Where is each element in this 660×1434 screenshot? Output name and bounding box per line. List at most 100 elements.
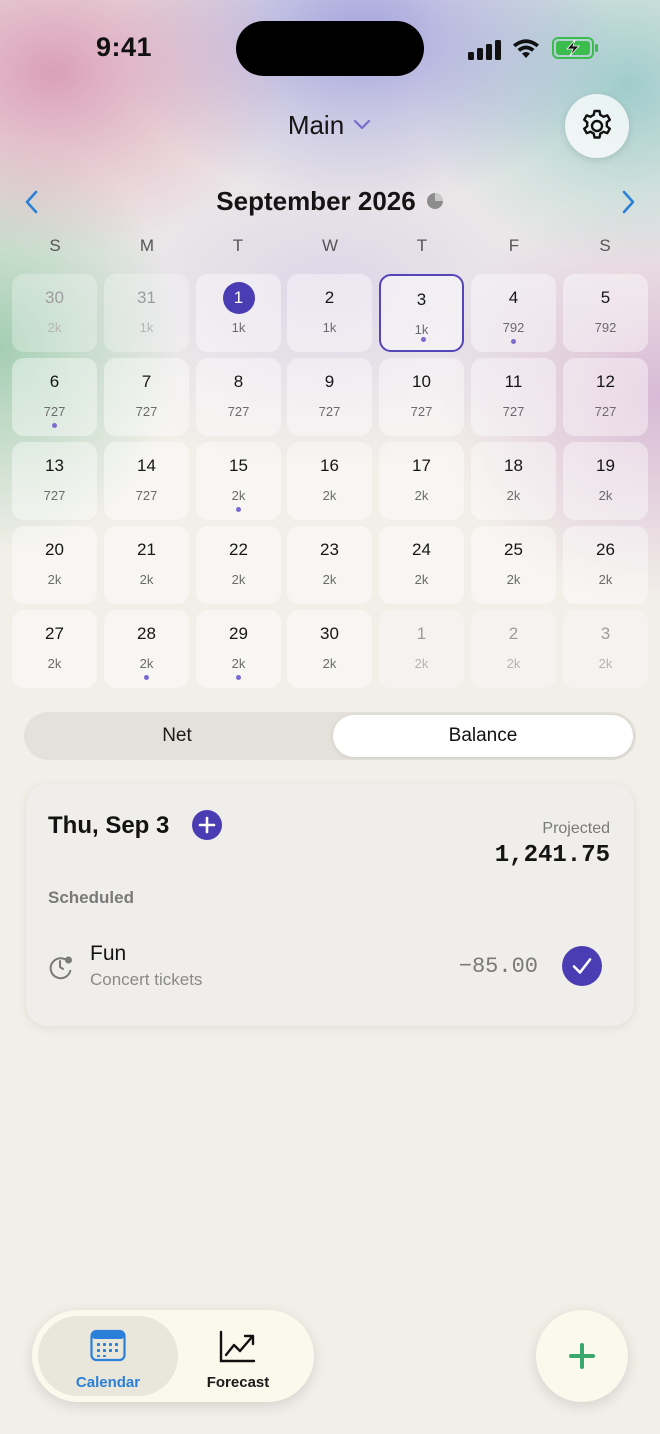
add-transaction-button[interactable] bbox=[192, 810, 222, 840]
day-number: 1 bbox=[416, 624, 427, 643]
tab-calendar[interactable]: Calendar bbox=[38, 1316, 178, 1396]
day-balance: 2k bbox=[506, 488, 521, 503]
calendar-day-cell[interactable]: 1 2k bbox=[379, 610, 464, 688]
day-number: 15 bbox=[229, 456, 248, 475]
calendar-day-cell[interactable]: 21 2k bbox=[104, 526, 189, 604]
day-number: 8 bbox=[233, 372, 244, 391]
pie-chart-icon[interactable] bbox=[426, 192, 444, 210]
calendar-day-cell[interactable]: 9 727 bbox=[287, 358, 372, 436]
calendar-day-cell[interactable]: 29 2k bbox=[196, 610, 281, 688]
wifi-icon bbox=[513, 39, 539, 58]
cellular-signal-icon bbox=[468, 38, 502, 60]
calendar-day-cell[interactable]: 15 2k bbox=[196, 442, 281, 520]
day-number: 5 bbox=[600, 288, 611, 307]
day-balance: 2k bbox=[414, 572, 429, 587]
day-number: 26 bbox=[596, 540, 615, 559]
day-number: 23 bbox=[320, 540, 339, 559]
calendar-day-cell[interactable]: 23 2k bbox=[287, 526, 372, 604]
day-balance: 2k bbox=[506, 656, 521, 671]
day-balance: 2k bbox=[231, 656, 246, 671]
day-balance: 1k bbox=[322, 320, 337, 335]
calendar-day-cell[interactable]: 12 727 bbox=[563, 358, 648, 436]
day-number: 25 bbox=[504, 540, 523, 559]
calendar-day-cell[interactable]: 25 2k bbox=[471, 526, 556, 604]
calendar-day-cell[interactable]: 22 2k bbox=[196, 526, 281, 604]
day-balance: 2k bbox=[506, 572, 521, 587]
day-balance: 2k bbox=[322, 572, 337, 587]
day-number: 16 bbox=[320, 456, 339, 475]
day-balance: 727 bbox=[227, 404, 250, 419]
calendar-day-cell[interactable]: 30 2k bbox=[12, 274, 97, 352]
day-balance: 727 bbox=[135, 488, 158, 503]
gear-icon bbox=[583, 109, 611, 139]
calendar-day-cell[interactable]: 7 727 bbox=[104, 358, 189, 436]
day-balance: 792 bbox=[502, 320, 525, 335]
tab-forecast-label: Forecast bbox=[206, 1374, 270, 1391]
calendar-day-cell[interactable]: 14 727 bbox=[104, 442, 189, 520]
checkmark-icon bbox=[572, 958, 592, 974]
day-balance: 792 bbox=[594, 320, 617, 335]
transaction-confirm-button[interactable] bbox=[562, 946, 602, 986]
calendar-day-cell[interactable]: 11 727 bbox=[471, 358, 556, 436]
calendar-day-cell[interactable]: 18 2k bbox=[471, 442, 556, 520]
day-number: 6 bbox=[49, 372, 60, 391]
transaction-indicator-dot bbox=[52, 423, 57, 428]
calendar-day-cell[interactable]: 30 2k bbox=[287, 610, 372, 688]
chevron-down-icon bbox=[354, 120, 371, 130]
calendar-day-cell[interactable]: 10 727 bbox=[379, 358, 464, 436]
account-name: Main bbox=[287, 110, 345, 140]
segment-balance[interactable]: Balance bbox=[333, 715, 633, 757]
calendar-day-cell[interactable]: 8 727 bbox=[196, 358, 281, 436]
calendar-day-cell[interactable]: 2 2k bbox=[471, 610, 556, 688]
calendar-day-cell[interactable]: 2 1k bbox=[287, 274, 372, 352]
weekday-thu: T bbox=[416, 236, 428, 255]
weekday-sun: S bbox=[49, 236, 61, 255]
calendar-day-cell[interactable]: 17 2k bbox=[379, 442, 464, 520]
calendar-day-cell[interactable]: 4 792 bbox=[471, 274, 556, 352]
scheduled-section-label: Scheduled bbox=[48, 888, 134, 907]
calendar-day-cell[interactable]: 28 2k bbox=[104, 610, 189, 688]
add-floating-button[interactable] bbox=[536, 1310, 628, 1402]
projected-label: Projected bbox=[542, 820, 610, 837]
day-number: 30 bbox=[320, 624, 339, 643]
calendar-day-cell[interactable]: 1 1k bbox=[196, 274, 281, 352]
day-balance: 2k bbox=[231, 488, 246, 503]
day-balance: 727 bbox=[318, 404, 341, 419]
calendar-day-cell[interactable]: 24 2k bbox=[379, 526, 464, 604]
calendar-day-cell[interactable]: 6 727 bbox=[12, 358, 97, 436]
calendar-day-cell[interactable]: 27 2k bbox=[12, 610, 97, 688]
day-number: 10 bbox=[412, 372, 431, 391]
day-number: 1 bbox=[196, 282, 281, 314]
segment-net[interactable]: Net bbox=[24, 712, 330, 760]
transaction-indicator-dot bbox=[236, 507, 241, 512]
day-number: 4 bbox=[508, 288, 519, 307]
calendar-day-cell[interactable]: 31 1k bbox=[104, 274, 189, 352]
calendar-day-cell[interactable]: 20 2k bbox=[12, 526, 97, 604]
next-month-button[interactable] bbox=[616, 188, 640, 216]
calendar-grid: 30 2k 31 1k 1 1k 2 1k 3 1k 4 792 5 792 6 727 7 727 8 727 9 72… bbox=[12, 274, 648, 688]
calendar-day-cell[interactable]: 3 2k bbox=[563, 610, 648, 688]
weekday-tue: T bbox=[232, 236, 244, 255]
settings-button[interactable] bbox=[565, 94, 629, 158]
day-number: 14 bbox=[137, 456, 156, 475]
calendar-day-cell[interactable]: 3 1k bbox=[379, 274, 464, 352]
calendar-day-cell[interactable]: 5 792 bbox=[563, 274, 648, 352]
transaction-indicator-dot bbox=[511, 339, 516, 344]
day-number: 2 bbox=[324, 288, 335, 307]
day-number: 3 bbox=[416, 290, 427, 309]
day-balance: 2k bbox=[139, 572, 154, 587]
calendar-day-cell[interactable]: 16 2k bbox=[287, 442, 372, 520]
day-balance: 727 bbox=[43, 404, 66, 419]
dynamic-island bbox=[236, 21, 424, 76]
transaction-indicator-dot bbox=[236, 675, 241, 680]
day-number: 27 bbox=[45, 624, 64, 643]
day-detail-card: Thu, Sep 3 Projected 1,241.75 Scheduled … bbox=[26, 784, 634, 1026]
account-selector[interactable]: Main bbox=[0, 110, 660, 141]
calendar-day-cell[interactable]: 26 2k bbox=[563, 526, 648, 604]
day-balance: 2k bbox=[47, 656, 62, 671]
calendar-day-cell[interactable]: 19 2k bbox=[563, 442, 648, 520]
day-balance: 2k bbox=[231, 572, 246, 587]
transaction-indicator-dot bbox=[421, 337, 426, 342]
day-balance: 2k bbox=[322, 656, 337, 671]
calendar-day-cell[interactable]: 13 727 bbox=[12, 442, 97, 520]
